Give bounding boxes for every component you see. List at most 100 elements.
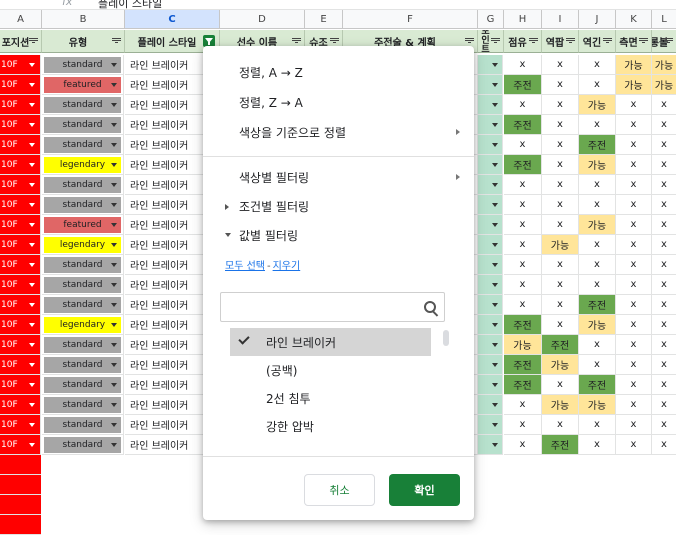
tactic-cell[interactable]: x bbox=[652, 395, 676, 415]
tactic-cell[interactable]: x bbox=[616, 435, 652, 455]
type-cell[interactable]: standard bbox=[42, 415, 124, 435]
filter-icon[interactable] bbox=[639, 38, 648, 44]
tactic-cell[interactable]: x bbox=[542, 255, 579, 275]
talent-point-cell[interactable] bbox=[478, 235, 503, 255]
filter-icon[interactable] bbox=[465, 38, 474, 44]
empty-position-cell[interactable] bbox=[0, 495, 41, 515]
tactic-cell[interactable]: x bbox=[652, 175, 676, 195]
filter-icon[interactable] bbox=[491, 38, 500, 44]
tactic-cell[interactable]: x bbox=[504, 135, 542, 155]
empty-position-cell[interactable] bbox=[0, 475, 41, 495]
type-chip[interactable]: standard bbox=[44, 336, 121, 353]
tactic-cell[interactable]: x bbox=[542, 195, 579, 215]
tactic-cell[interactable]: x bbox=[542, 315, 579, 335]
tactic-cell[interactable]: 가능 bbox=[542, 395, 579, 415]
tactic-cell[interactable]: x bbox=[504, 235, 542, 255]
tactic-cell[interactable]: x bbox=[616, 135, 652, 155]
tactic-cell[interactable]: x bbox=[579, 235, 616, 255]
header-cell-k[interactable]: 측면 bbox=[616, 30, 652, 53]
tactic-cell[interactable]: x bbox=[542, 375, 579, 395]
tactic-cell[interactable]: 주전 bbox=[504, 355, 542, 375]
dropdown-arrow-icon[interactable] bbox=[29, 383, 35, 387]
position-cell[interactable]: 10F bbox=[0, 375, 41, 395]
tactic-cell[interactable]: 가능 bbox=[579, 215, 616, 235]
tactic-cell[interactable]: 가능 bbox=[652, 75, 676, 95]
tactic-cell[interactable]: x bbox=[616, 375, 652, 395]
position-cell[interactable]: 10F bbox=[0, 315, 41, 335]
dropdown-arrow-icon[interactable] bbox=[29, 103, 35, 107]
column-header-l[interactable]: L bbox=[652, 10, 676, 29]
tactic-cell[interactable]: x bbox=[652, 335, 676, 355]
talent-point-cell[interactable] bbox=[478, 115, 503, 135]
dropdown-arrow-icon[interactable] bbox=[492, 222, 498, 227]
tactic-cell[interactable]: x bbox=[616, 295, 652, 315]
header-cell-h[interactable]: 점유 bbox=[504, 30, 542, 53]
tactic-cell[interactable]: x bbox=[542, 75, 579, 95]
dropdown-arrow-icon[interactable] bbox=[492, 122, 498, 127]
value-option[interactable]: (공백) bbox=[230, 356, 431, 384]
dropdown-arrow-icon[interactable] bbox=[492, 262, 498, 267]
position-cell[interactable]: 10F bbox=[0, 295, 41, 315]
type-cell[interactable]: legendary bbox=[42, 235, 124, 255]
tactic-cell[interactable]: x bbox=[542, 215, 579, 235]
dropdown-arrow-icon[interactable] bbox=[492, 302, 498, 307]
talent-point-cell[interactable] bbox=[478, 175, 503, 195]
tactic-cell[interactable]: x bbox=[504, 95, 542, 115]
tactic-cell[interactable]: x bbox=[652, 95, 676, 115]
tactic-cell[interactable]: 주전 bbox=[504, 155, 542, 175]
header-cell-i[interactable]: 역팝 bbox=[542, 30, 579, 53]
tactic-cell[interactable]: x bbox=[504, 435, 542, 455]
filter-icon[interactable] bbox=[664, 38, 673, 44]
tactic-cell[interactable]: x bbox=[616, 195, 652, 215]
empty-position-cell[interactable] bbox=[0, 455, 41, 475]
tactic-cell[interactable]: 주전 bbox=[542, 335, 579, 355]
position-cell[interactable]: 10F bbox=[0, 155, 41, 175]
column-header-e[interactable]: E bbox=[305, 10, 343, 29]
type-cell[interactable]: standard bbox=[42, 295, 124, 315]
header-cell-b[interactable]: 유형 bbox=[42, 30, 125, 53]
tactic-cell[interactable]: x bbox=[542, 135, 579, 155]
tactic-cell[interactable]: 가능 bbox=[579, 155, 616, 175]
dropdown-arrow-icon[interactable] bbox=[29, 223, 35, 227]
talent-point-cell[interactable] bbox=[478, 395, 503, 415]
header-cell-j[interactable]: 역긴 bbox=[579, 30, 616, 53]
dropdown-arrow-icon[interactable] bbox=[29, 403, 35, 407]
type-chip[interactable]: legendary bbox=[44, 236, 121, 253]
tactic-cell[interactable]: x bbox=[652, 195, 676, 215]
type-chip[interactable]: standard bbox=[44, 296, 121, 313]
tactic-cell[interactable]: x bbox=[579, 415, 616, 435]
tactic-cell[interactable]: x bbox=[504, 415, 542, 435]
type-cell[interactable]: standard bbox=[42, 115, 124, 135]
type-cell[interactable]: legendary bbox=[42, 155, 124, 175]
tactic-cell[interactable]: 주전 bbox=[579, 295, 616, 315]
tactic-cell[interactable]: x bbox=[579, 75, 616, 95]
sort-by-color-item[interactable]: 색상을 기준으로 정렬 bbox=[203, 118, 474, 146]
tactic-cell[interactable]: x bbox=[542, 175, 579, 195]
tactic-cell[interactable]: 가능 bbox=[504, 335, 542, 355]
type-chip[interactable]: standard bbox=[44, 436, 121, 453]
tactic-cell[interactable]: 가능 bbox=[652, 55, 676, 75]
tactic-cell[interactable]: x bbox=[504, 275, 542, 295]
tactic-cell[interactable]: x bbox=[579, 175, 616, 195]
tactic-cell[interactable]: x bbox=[504, 175, 542, 195]
dropdown-arrow-icon[interactable] bbox=[29, 123, 35, 127]
value-option[interactable]: 2선 침투 bbox=[230, 384, 431, 412]
type-cell[interactable]: standard bbox=[42, 435, 124, 455]
talent-point-cell[interactable] bbox=[478, 375, 503, 395]
dropdown-arrow-icon[interactable] bbox=[29, 63, 35, 67]
column-header-k[interactable]: K bbox=[616, 10, 652, 29]
tactic-cell[interactable]: x bbox=[504, 295, 542, 315]
dropdown-arrow-icon[interactable] bbox=[29, 243, 35, 247]
type-chip[interactable]: standard bbox=[44, 256, 121, 273]
dropdown-arrow-icon[interactable] bbox=[29, 303, 35, 307]
position-cell[interactable]: 10F bbox=[0, 275, 41, 295]
tactic-cell[interactable]: x bbox=[579, 55, 616, 75]
tactic-cell[interactable]: x bbox=[652, 315, 676, 335]
tactic-cell[interactable]: x bbox=[579, 335, 616, 355]
talent-point-cell[interactable] bbox=[478, 255, 503, 275]
dropdown-arrow-icon[interactable] bbox=[29, 183, 35, 187]
tactic-cell[interactable]: x bbox=[504, 195, 542, 215]
value-list-scrollbar[interactable] bbox=[443, 330, 449, 346]
filter-icon[interactable] bbox=[330, 38, 339, 44]
dropdown-arrow-icon[interactable] bbox=[29, 163, 35, 167]
